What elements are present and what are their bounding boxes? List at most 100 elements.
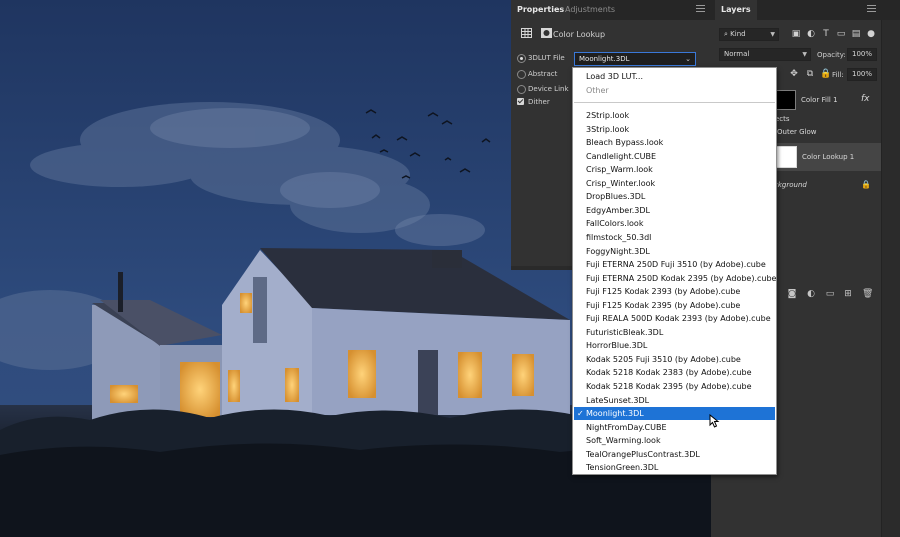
lut-menu-item[interactable]: Bleach Bypass.look	[574, 136, 775, 149]
label-device-link: Device Link	[528, 85, 569, 93]
opacity-input[interactable]: 100%	[847, 48, 877, 61]
radio-abstract[interactable]	[517, 70, 526, 79]
lut-menu-item-label: Fuji ETERNA 250D Kodak 2395 (by Adobe).c…	[586, 273, 777, 283]
lock-all-icon[interactable]: 🔒	[820, 69, 831, 79]
lut-menu-item[interactable]: FuturisticBleak.3DL	[574, 326, 775, 339]
lut-menu-item[interactable]: LateSunset.3DL	[574, 394, 775, 407]
lut-menu-item-label: TensionGreen.3DL	[586, 463, 659, 473]
lut-menu-item[interactable]: Crisp_Winter.look	[574, 177, 775, 190]
lut-menu-item[interactable]: EdgyAmber.3DL	[574, 204, 775, 217]
lut-menu-item-label: FallColors.look	[586, 219, 644, 229]
new-layer-icon[interactable]: ⊞	[843, 289, 853, 299]
lut-menu-item[interactable]: Fuji F125 Kodak 2395 (by Adobe).cube	[574, 299, 775, 312]
lut-menu-item[interactable]: Kodak 5218 Kodak 2383 (by Adobe).cube	[574, 366, 775, 379]
layers-menu-icon[interactable]	[867, 5, 876, 13]
grid-icon[interactable]	[521, 28, 532, 38]
lut-menu-item[interactable]: Fuji REALA 500D Kodak 2393 (by Adobe).cu…	[574, 312, 775, 325]
fill-input[interactable]: 100%	[847, 68, 877, 81]
effects-label: ects	[775, 115, 790, 123]
lut-menu-item-label: 2Strip.look	[586, 111, 630, 120]
new-group-icon[interactable]: ▭	[825, 289, 835, 299]
adjustment-title: Color Lookup	[553, 30, 606, 39]
lut-menu-item-label: Fuji F125 Kodak 2395 (by Adobe).cube	[586, 300, 741, 310]
layer-name: Color Lookup 1	[802, 153, 855, 161]
filter-kind-select[interactable]: ⌕ Kind ▼	[719, 28, 779, 41]
lut-menu-item[interactable]: Kodak 5218 Kodak 2395 (by Adobe).cube	[574, 380, 775, 393]
lut-menu-item[interactable]: Soft_Warming.look	[574, 434, 775, 447]
lut-menu-item[interactable]: NightFromDay.CUBE	[574, 421, 775, 434]
panel-dock-strip	[881, 20, 900, 537]
trash-icon[interactable]: 🗑	[862, 289, 873, 299]
lut-menu-item-label: Fuji REALA 500D Kodak 2393 (by Adobe).cu…	[586, 314, 771, 324]
lut-menu-item-label: Fuji F125 Kodak 2393 (by Adobe).cube	[586, 287, 741, 297]
lut-menu-item[interactable]: filmstock_50.3dl	[574, 231, 775, 244]
tab-adjustments[interactable]: Adjustments	[559, 0, 621, 20]
lut-menu-item[interactable]: 3Strip.look	[574, 123, 775, 136]
effect-name: Outer Glow	[777, 128, 817, 136]
lut-menu-item-label: Crisp_Winter.look	[586, 178, 656, 188]
tab-layers[interactable]: Layers	[715, 0, 757, 20]
label-3dlut-file: 3DLUT File	[528, 54, 565, 62]
lut-menu-item[interactable]: DropBlues.3DL	[574, 190, 775, 203]
lut-menu-item-label: Fuji ETERNA 250D Fuji 3510 (by Adobe).cu…	[586, 260, 766, 270]
blend-mode-value: Normal	[724, 50, 750, 58]
panel-menu-icon[interactable]	[696, 5, 705, 13]
layer-thumbnail	[774, 90, 796, 110]
lut-menu-item-label: EdgyAmber.3DL	[586, 205, 651, 215]
filter-toggle-icon[interactable]: ●	[866, 29, 876, 39]
lut-menu-item[interactable]: TealOrangePlusContrast.3DL	[574, 448, 775, 461]
lut-menu-item[interactable]: TensionGreen.3DL	[574, 461, 775, 474]
layer-name: Color Fill 1	[801, 96, 838, 104]
lut-menu-item[interactable]: Fuji F125 Kodak 2393 (by Adobe).cube	[574, 285, 775, 298]
opacity-value: 100%	[852, 50, 873, 58]
radio-3dlut-file[interactable]	[517, 54, 526, 63]
type-filter-icon[interactable]: T	[821, 29, 831, 39]
lut-menu-item-label: Soft_Warming.look	[586, 436, 661, 446]
dither-checkbox[interactable]	[517, 98, 524, 105]
blend-mode-select[interactable]: Normal ▼	[719, 48, 811, 61]
lut-menu-item[interactable]: Candlelight.CUBE	[574, 150, 775, 163]
pixel-filter-icon[interactable]: ▣	[791, 29, 801, 39]
lut-menu-item[interactable]: ✓ Moonlight.3DL	[574, 407, 775, 421]
menu-separator	[574, 102, 775, 103]
lut-menu-item[interactable]: FallColors.look	[574, 217, 775, 230]
menu-item-load-3d-lut[interactable]: Load 3D LUT...	[574, 70, 775, 83]
lut-menu-item[interactable]: 2Strip.look	[574, 109, 775, 122]
lut-menu-item[interactable]: Fuji ETERNA 250D Kodak 2395 (by Adobe).c…	[574, 272, 777, 285]
lut-menu-item-label: LateSunset.3DL	[586, 395, 650, 405]
fx-icon[interactable]: fx	[861, 94, 870, 104]
lock-position-icon[interactable]: ✥	[789, 69, 799, 79]
smart-object-filter-icon[interactable]: ▤	[851, 29, 861, 39]
lut-menu-item-label: Kodak 5205 Fuji 3510 (by Adobe).cube	[586, 354, 741, 364]
menu-item-other: Other	[586, 86, 609, 95]
lock-artboard-icon[interactable]: ⧉	[805, 69, 815, 79]
lut-menu-item-label: 3Strip.look	[586, 124, 630, 134]
add-mask-icon[interactable]: ◙	[787, 289, 797, 299]
lut-menu-item[interactable]: Fuji ETERNA 250D Fuji 3510 (by Adobe).cu…	[574, 258, 775, 271]
label-abstract: Abstract	[528, 70, 558, 78]
lut-menu-item-label: Crisp_Warm.look	[586, 165, 653, 175]
lut-menu-item-label: Moonlight.3DL	[586, 409, 644, 419]
lut-menu-item[interactable]: Crisp_Warm.look	[574, 163, 775, 176]
fill-label: Fill:	[832, 71, 844, 79]
lut-menu-item-label: Bleach Bypass.look	[586, 138, 664, 148]
lut-file-select[interactable]: Moonlight.3DL ⌄	[574, 52, 696, 66]
radio-device-link[interactable]	[517, 85, 526, 94]
checkmark-icon: ✓	[577, 409, 584, 419]
lut-menu-item[interactable]: HorrorBlue.3DL	[574, 339, 775, 352]
lut-menu-item[interactable]: FoggyNight.3DL	[574, 245, 775, 258]
layer-name: ckground	[774, 181, 807, 189]
chevron-down-icon: ⌄	[685, 55, 691, 63]
lut-menu-item-label: FoggyNight.3DL	[586, 246, 650, 256]
mask-icon[interactable]	[540, 28, 552, 38]
lut-menu-item[interactable]: Kodak 5205 Fuji 3510 (by Adobe).cube	[574, 353, 775, 366]
adjustment-filter-icon[interactable]: ◐	[806, 29, 816, 39]
lut-dropdown-list[interactable]: Load 3D LUT... Other 2Strip.look 3Strip.loo…	[572, 67, 777, 475]
new-adjustment-icon[interactable]: ◐	[806, 289, 816, 299]
shape-filter-icon[interactable]: ▭	[836, 29, 846, 39]
filter-kind-value: Kind	[730, 30, 746, 38]
lut-select-value: Moonlight.3DL	[579, 55, 630, 63]
lut-menu-item-label: HorrorBlue.3DL	[586, 341, 648, 351]
label-dither: Dither	[528, 98, 550, 106]
lock-icon: 🔒	[861, 180, 871, 189]
